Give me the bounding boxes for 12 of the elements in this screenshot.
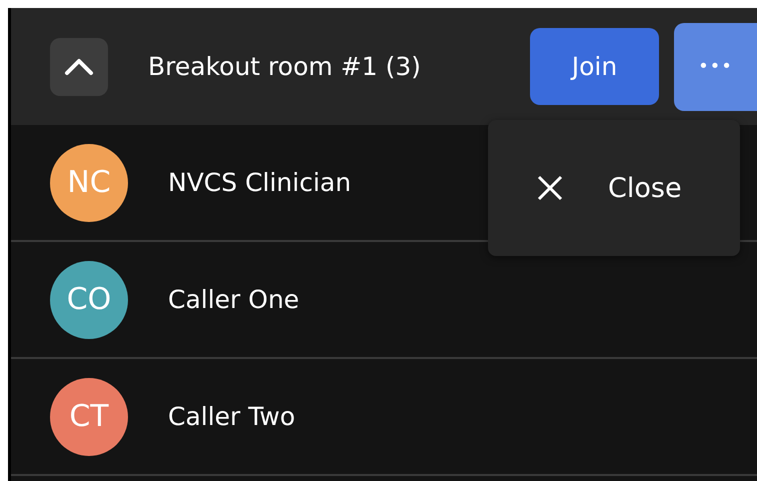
menu-item[interactable]: Close	[488, 158, 740, 218]
participant-name: Caller Two	[168, 402, 296, 431]
participant-name: NVCS Clinician	[168, 168, 352, 197]
participant-name: Caller One	[168, 285, 300, 314]
avatar: NC	[50, 144, 128, 222]
more-button[interactable]: •••	[674, 22, 757, 110]
join-button[interactable]: Join	[530, 28, 659, 105]
avatar: CO	[50, 260, 128, 338]
room-title: Breakout room #1 (3)	[148, 52, 422, 81]
close-icon	[536, 174, 564, 202]
avatar: CT	[50, 378, 128, 456]
collapse-button[interactable]	[50, 38, 108, 96]
